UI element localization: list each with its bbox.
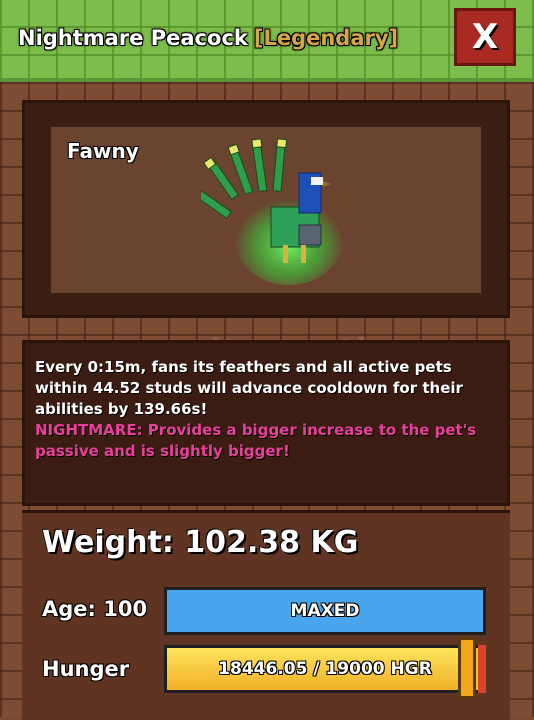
hunger-bar: 18446.05 / 19000 HGR bbox=[164, 645, 486, 693]
hunger-marker bbox=[458, 637, 476, 699]
hunger-marker-red bbox=[478, 645, 486, 693]
age-label: Age: 100 bbox=[42, 597, 148, 621]
stats-panel: Weight: 102.38 KG Age: 100 MAXED Hunger … bbox=[22, 510, 510, 720]
nightmare-description: NIGHTMARE: Provides a bigger increase to… bbox=[35, 420, 497, 462]
weight-label: Weight: 102.38 KG bbox=[42, 525, 359, 560]
rarity-label: [Legendary] bbox=[253, 26, 399, 50]
hunger-bar-overlay: 18446.05 / 19000 HGR bbox=[167, 648, 483, 690]
age-bar: MAXED bbox=[164, 587, 486, 635]
close-icon: X bbox=[471, 17, 499, 57]
nightmare-prefix: NIGHTMARE: bbox=[35, 421, 143, 439]
pet-title: Nightmare Peacock [Legendary] bbox=[18, 26, 398, 50]
pet-viewer-frame: Fawny bbox=[22, 100, 510, 318]
ability-description: Every 0:15m, fans its feathers and all a… bbox=[35, 358, 463, 418]
peacock-icon bbox=[201, 138, 344, 285]
pet-name: Fawny bbox=[67, 139, 139, 163]
hunger-label: Hunger bbox=[42, 657, 130, 681]
pet-species: Nightmare Peacock bbox=[18, 26, 248, 50]
description-box: Every 0:15m, fans its feathers and all a… bbox=[22, 340, 510, 506]
age-bar-text: MAXED bbox=[290, 601, 360, 621]
close-button[interactable]: X bbox=[454, 8, 516, 66]
hunger-bar-text: 18446.05 / 19000 HGR bbox=[218, 659, 432, 679]
pet-viewer: Fawny bbox=[49, 125, 483, 295]
